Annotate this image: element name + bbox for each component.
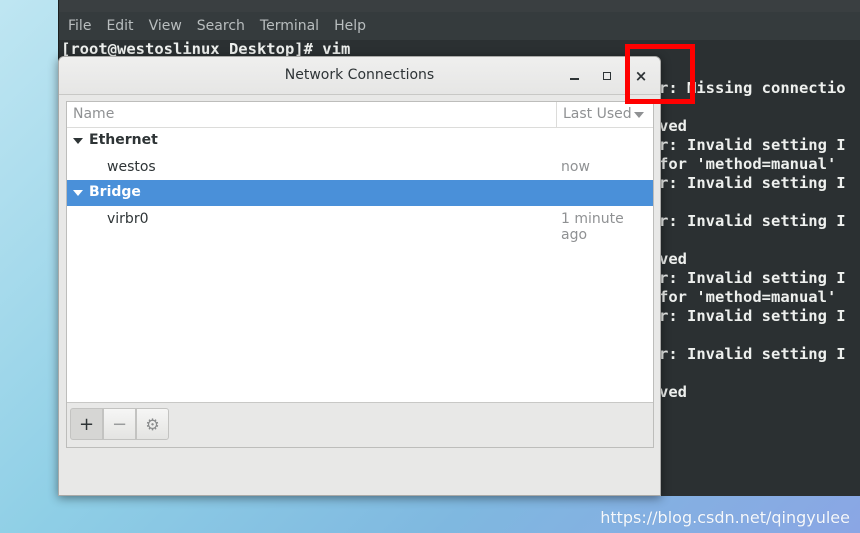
remove-connection-button[interactable]: − (103, 408, 136, 440)
network-connections-dialog: Network Connections × Name Last Used Eth… (58, 56, 661, 496)
maximize-button[interactable] (596, 65, 618, 87)
column-header-last-used[interactable]: Last Used (563, 106, 632, 122)
maximize-icon (603, 71, 611, 80)
terminal-line: ved (659, 250, 687, 268)
menu-edit[interactable]: Edit (103, 18, 142, 34)
edit-connection-button[interactable]: ⚙ (136, 408, 169, 440)
terminal-line: ved (659, 117, 687, 135)
highlight-annotation-box (625, 44, 695, 104)
minus-icon: − (111, 414, 128, 435)
add-connection-button[interactable]: + (70, 408, 103, 440)
connection-row-virbr0[interactable]: virbr0 1 minute ago (67, 206, 653, 243)
group-label: Ethernet (89, 132, 158, 148)
terminal-line: r: Invalid setting I (659, 212, 846, 230)
group-label: Bridge (89, 184, 141, 200)
sort-descending-icon (634, 112, 644, 118)
column-header-name[interactable]: Name (73, 106, 114, 122)
column-separator[interactable] (556, 102, 557, 127)
list-toolbar: + − ⚙ (67, 402, 653, 447)
expander-arrow-icon[interactable] (73, 138, 83, 144)
terminal-menubar: File Edit View Search Terminal Help (59, 12, 860, 40)
terminal-line: for 'method=manual' (659, 288, 837, 306)
dialog-titlebar[interactable]: Network Connections × (59, 57, 660, 95)
menu-terminal[interactable]: Terminal (257, 18, 328, 34)
connection-name: westos (107, 159, 156, 175)
minimize-icon (569, 77, 579, 80)
list-header: Name Last Used (67, 102, 653, 128)
menu-search[interactable]: Search (194, 18, 254, 34)
plus-icon: + (78, 414, 95, 435)
terminal-title-strip (59, 0, 860, 12)
connection-last-used: 1 minute ago (561, 211, 624, 243)
terminal-line: r: Invalid setting I (659, 174, 846, 192)
terminal-line: for 'method=manual' (659, 155, 837, 173)
group-row-ethernet[interactable]: Ethernet (67, 128, 653, 154)
gear-icon: ⚙ (145, 415, 160, 434)
group-row-bridge[interactable]: Bridge (67, 180, 653, 206)
connection-row-westos[interactable]: westos now (67, 154, 653, 180)
minimize-button[interactable] (563, 65, 585, 87)
terminal-line: r: Invalid setting I (659, 269, 846, 287)
terminal-line: r: Invalid setting I (659, 307, 846, 325)
menu-help[interactable]: Help (331, 18, 375, 34)
terminal-line: r: Invalid setting I (659, 136, 846, 154)
terminal-line: r: Invalid setting I (659, 345, 846, 363)
menu-file[interactable]: File (65, 18, 100, 34)
connection-last-used: now (561, 159, 590, 175)
terminal-line: ved (659, 383, 687, 401)
connection-name: virbr0 (107, 211, 149, 227)
menu-view[interactable]: View (146, 18, 191, 34)
connections-list: Name Last Used Ethernet westos now Bridg… (66, 101, 654, 448)
expander-arrow-icon[interactable] (73, 190, 83, 196)
watermark-text: https://blog.csdn.net/qingyulee (600, 508, 850, 527)
